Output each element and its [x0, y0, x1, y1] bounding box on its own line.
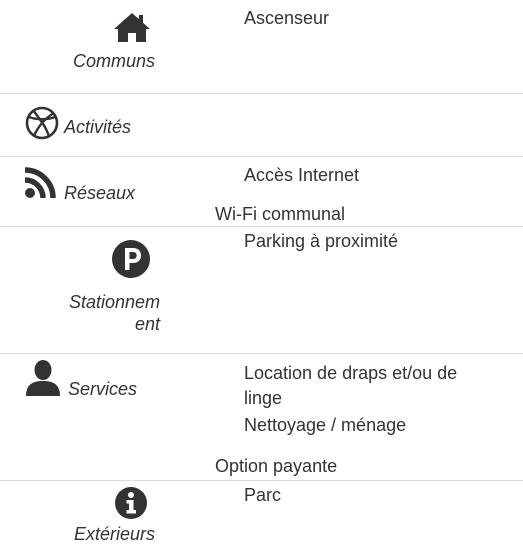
amenity-item: Parking à proximité: [244, 231, 399, 251]
section-stationnement: Stationnem ent Parking à proximité: [0, 227, 523, 353]
category-label: Activités: [64, 117, 132, 137]
section-communs: Communs Ascenseur: [0, 0, 523, 93]
amenity-item: Nettoyage / ménage: [244, 415, 407, 435]
category-label-line2: ent: [134, 314, 160, 334]
category-label: Réseaux: [64, 183, 136, 203]
section-reseaux: Réseaux Accès Internet Wi-Fi communal: [0, 157, 523, 226]
amenity-note: Option payante: [215, 456, 338, 476]
category-label: Communs: [72, 51, 155, 71]
amenity-note: Wi-Fi communal: [215, 204, 346, 224]
user-icon: [26, 360, 60, 396]
amenity-item: Accès Internet: [244, 165, 360, 185]
home-icon: [114, 13, 150, 42]
amenity-item: Ascenseur: [244, 8, 330, 28]
category-label: Services: [68, 379, 138, 399]
amenity-item: Location de draps et/ou de: [244, 363, 458, 383]
amenity-item: linge: [244, 388, 283, 408]
section-services: Services Location de draps et/ou de ling…: [0, 354, 523, 480]
parking-icon: [112, 240, 150, 278]
info-icon: [115, 487, 147, 519]
basketball-icon: [25, 106, 59, 140]
section-exterieurs: Extérieurs Parc: [0, 481, 523, 547]
category-label-line1: Stationnem: [68, 292, 160, 312]
rss-icon: [24, 167, 56, 199]
amenity-item: Parc: [244, 485, 282, 505]
category-label: Extérieurs: [73, 524, 155, 544]
section-activites: Activités: [0, 94, 523, 156]
